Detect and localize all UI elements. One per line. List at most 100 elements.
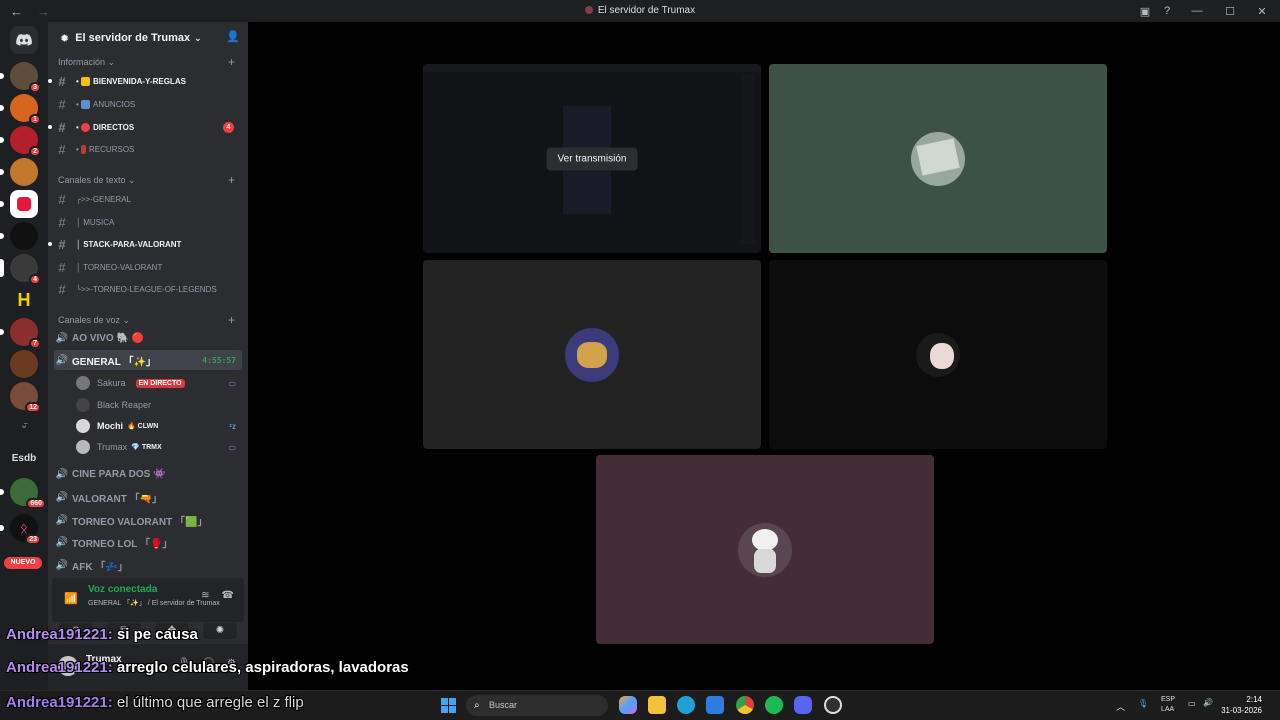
channel-torneo-lol[interactable]: # ╰>>-TORNEO-LEAGUE-OF-LEGENDS xyxy=(54,279,242,299)
microphone-icon[interactable]: 🎙 xyxy=(1138,699,1148,720)
voice-member-mochi[interactable]: Mochi 🔥 CLWN ᶻz xyxy=(76,416,240,436)
channel-stack-valorant[interactable]: # │ STACK-PARA-VALORANT xyxy=(48,234,242,254)
speaker-icon: 🔊 xyxy=(55,332,69,344)
participant-tile-trumax[interactable] xyxy=(596,455,934,644)
network-icon[interactable]: ▭ xyxy=(1188,699,1196,720)
speaker-icon: 🔊 xyxy=(55,354,69,366)
voice-member-black-reaper[interactable]: Black Reaper xyxy=(76,395,240,415)
create-channel-icon[interactable]: + xyxy=(228,55,235,69)
channel-general-text[interactable]: # ╭>>-GENERAL xyxy=(54,189,242,209)
stream-tile[interactable]: Ver transmisión xyxy=(423,64,761,253)
back-arrow-icon[interactable]: ← xyxy=(10,4,23,19)
channel-directos[interactable]: # • DIRECTOS 4 xyxy=(48,117,242,137)
screen-share-icon: ▭ xyxy=(228,442,236,452)
speaker-icon: 🔊 xyxy=(55,491,69,503)
voice-channel-cine[interactable]: 🔊 CINE PARA DOS 👾 xyxy=(54,464,242,484)
edge-icon[interactable] xyxy=(677,696,695,714)
category-text[interactable]: Canales de texto ⌄ + xyxy=(58,173,235,187)
spotify-icon[interactable] xyxy=(765,696,783,714)
voice-channel-valorant[interactable]: 🔊 VALORANT 「🔫」 xyxy=(54,487,242,507)
voice-channel-ao-vivo[interactable]: 🔊 AO VIVO 🐘 🔴 xyxy=(54,328,242,348)
unread-dot xyxy=(48,125,52,129)
voice-member-trumax[interactable]: Trumax 💎 TRMX ▭ xyxy=(76,437,240,457)
server-esdb[interactable]: Esdb xyxy=(6,453,42,464)
voice-status-channel[interactable]: GENERAL 「✨」 / El servidor de Trumax xyxy=(88,598,220,608)
volume-icon[interactable]: 🔊 xyxy=(1203,698,1213,720)
minimize-button[interactable]: — xyxy=(1178,5,1216,17)
file-explorer-icon[interactable] xyxy=(648,696,666,714)
voice-channel-torneo-valorant[interactable]: 🔊 TORNEO VALORANT 「🟩」 xyxy=(54,510,242,530)
hashtag-icon: # xyxy=(58,73,66,89)
help-icon[interactable]: ? xyxy=(1156,0,1178,22)
unread-dot xyxy=(48,79,52,83)
participant-tile-black-reaper[interactable] xyxy=(769,64,1107,253)
category-voice[interactable]: Canales de voz ⌄ + xyxy=(58,313,235,327)
server-icon-8[interactable]: H xyxy=(10,286,38,314)
disconnect-icon[interactable]: ☎ xyxy=(222,590,234,601)
voice-status-title[interactable]: Voz conectada xyxy=(88,584,157,595)
chat-overlay-line: Andrea191221: si pe causa xyxy=(6,626,198,643)
server-icon-4[interactable] xyxy=(0,158,38,186)
participant-tile-sakura[interactable] xyxy=(769,260,1107,449)
server-icon-12[interactable]: ᵕ̈ xyxy=(10,414,38,442)
server-icon-6[interactable] xyxy=(0,222,38,250)
hashtag-icon: # xyxy=(58,119,66,135)
watch-stream-button[interactable]: Ver transmisión xyxy=(546,147,638,170)
clock[interactable]: 2:14 31-03-2026 xyxy=(1221,694,1262,716)
voice-stage: Ver transmisión xyxy=(250,22,1280,690)
create-channel-icon[interactable]: + xyxy=(228,173,235,187)
server-icon-7[interactable]: 4 xyxy=(0,254,41,285)
close-button[interactable]: ✕ xyxy=(1244,5,1280,18)
server-header[interactable]: ✹ El servidor de Trumax ⌄ 👤 xyxy=(48,22,248,54)
noise-suppression-icon[interactable]: ≋ xyxy=(201,590,209,601)
server-icon-14[interactable]: ᛟ 23 xyxy=(0,514,41,545)
maximize-button[interactable]: ☐ xyxy=(1216,5,1244,18)
server-icon-2[interactable]: 1 xyxy=(0,94,41,125)
obs-icon[interactable] xyxy=(824,696,842,714)
participant-tile-mochi[interactable] xyxy=(423,260,761,449)
chrome-icon[interactable] xyxy=(736,696,754,714)
avatar xyxy=(76,376,90,390)
avatar xyxy=(76,440,90,454)
taskbar-search[interactable]: ⌕ Buscar xyxy=(466,695,608,716)
hashtag-icon: # xyxy=(58,259,66,275)
voice-channel-general[interactable]: 🔊 GENERAL 「✨」 4:55:57 xyxy=(54,350,242,370)
signal-icon[interactable]: 📶 xyxy=(64,592,78,605)
guild-tag: 💎 TRMX xyxy=(131,444,162,451)
create-channel-icon[interactable]: + xyxy=(228,313,235,327)
store-icon[interactable] xyxy=(706,696,724,714)
channel-bienvenida[interactable]: # • BIENVENIDA-Y-REGLAS xyxy=(48,71,242,91)
tray-chevron-icon[interactable]: ︿ xyxy=(1116,700,1125,720)
channel-recursos[interactable]: # • RECURSOS xyxy=(54,139,242,159)
unread-pill xyxy=(0,105,4,111)
discord-taskbar-icon[interactable] xyxy=(794,696,812,714)
voice-channel-torneo-lol[interactable]: 🔊 TORNEO LOL 「🥊」 xyxy=(54,532,242,552)
forward-arrow-icon[interactable]: → xyxy=(37,4,50,19)
windows-start-icon[interactable] xyxy=(441,698,456,713)
unread-pill xyxy=(0,201,4,207)
voice-channel-afk[interactable]: 🔊 AFK 「💤」 xyxy=(54,555,242,575)
channel-torneo-valorant[interactable]: # │ TORNEO-VALORANT xyxy=(54,257,242,277)
inbox-icon[interactable]: ▣ xyxy=(1134,0,1156,22)
server-icon-1[interactable]: 3 xyxy=(0,62,41,93)
copilot-icon[interactable] xyxy=(619,696,637,714)
voice-member-sakura[interactable]: Sakura EN DIRECTO ▭ xyxy=(76,373,240,393)
category-info[interactable]: Información ⌄ + xyxy=(58,55,235,69)
server-icon-5[interactable] xyxy=(0,190,38,218)
window-title: El servidor de Trumax xyxy=(0,5,1280,16)
discord-logo-icon xyxy=(16,34,32,46)
server-icon-3[interactable]: 2 xyxy=(0,126,41,157)
voice-timer: 4:55:57 xyxy=(202,355,236,365)
server-icon-11[interactable]: 12 xyxy=(10,382,41,413)
language-indicator[interactable]: ESP LAA xyxy=(1161,695,1175,720)
server-icon-13[interactable]: 660 xyxy=(0,478,46,509)
channel-musica[interactable]: # │ MUSICA xyxy=(54,212,242,232)
channel-anuncios[interactable]: # • ANUNCIOS xyxy=(54,94,242,114)
soundboard-icon[interactable]: ✺ xyxy=(203,623,237,639)
discord-home-button[interactable] xyxy=(10,26,38,54)
invite-people-icon[interactable]: 👤 xyxy=(226,30,240,43)
server-icon-10[interactable] xyxy=(10,350,38,378)
server-icon-9[interactable]: 7 xyxy=(0,318,41,349)
channel-emoji-icon xyxy=(81,144,87,154)
title-bar: ← → El servidor de Trumax ▣ ? — ☐ ✕ xyxy=(0,0,1280,22)
